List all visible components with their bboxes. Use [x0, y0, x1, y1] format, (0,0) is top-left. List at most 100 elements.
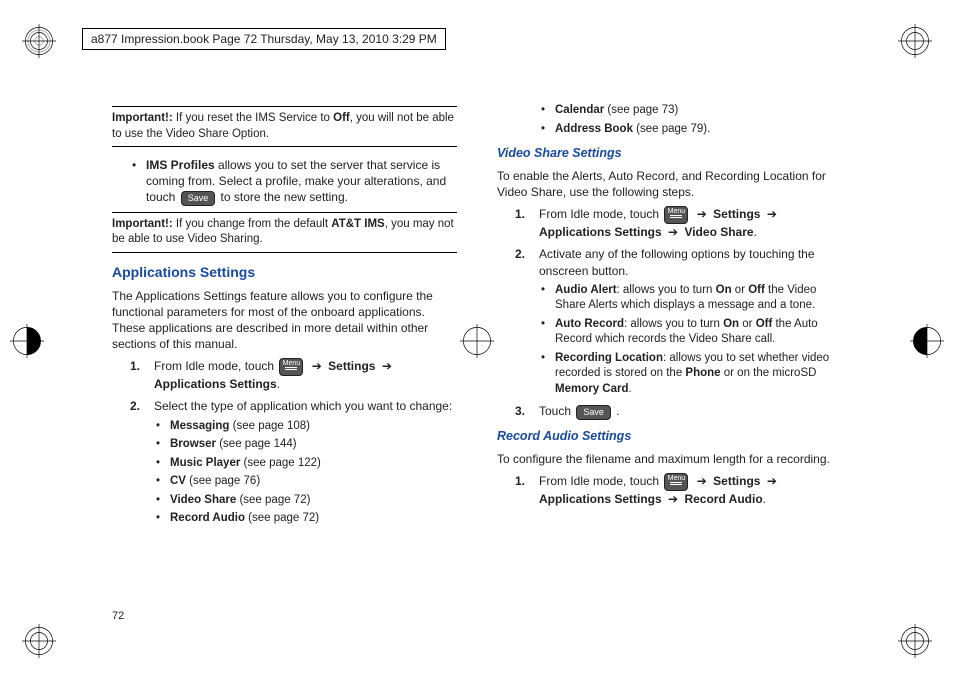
- important-label: Important!:: [112, 112, 173, 124]
- item-text: (see page 79).: [633, 123, 710, 135]
- list-item: •Recording Location: allows you to set w…: [541, 351, 842, 398]
- menu-button-icon: Menu: [664, 473, 688, 491]
- save-button-icon: Save: [576, 405, 611, 420]
- list-item: •Audio Alert: allows you to turn On or O…: [541, 283, 842, 314]
- step-2: 2. Select the type of application which …: [130, 398, 457, 414]
- step-text: Touch: [539, 404, 574, 418]
- record-audio-text: Record Audio: [684, 492, 762, 506]
- vs-step-1: 1. From Idle mode, touch Menu ➔ Settings…: [515, 206, 842, 240]
- item-text: Phone: [685, 367, 720, 379]
- list-item: •Auto Record: allows you to turn On or O…: [541, 317, 842, 348]
- step-number: 2.: [515, 246, 539, 278]
- item-text: or: [739, 318, 756, 330]
- content-area: Important!: If you reset the IMS Service…: [112, 100, 842, 530]
- page-number: 72: [112, 610, 124, 622]
- step-text: Select the type of application which you…: [154, 398, 457, 414]
- bullet-icon: •: [541, 103, 555, 119]
- arrow-icon: ➔: [668, 492, 678, 506]
- item-text: (see page 76): [186, 475, 260, 487]
- arrow-icon: ➔: [312, 359, 322, 373]
- item-label: Address Book: [555, 123, 633, 135]
- settings-text: Settings: [328, 359, 375, 373]
- step-number: 1.: [515, 473, 539, 507]
- item-label: CV: [170, 475, 186, 487]
- bullet-icon: •: [156, 419, 170, 435]
- item-label: Calendar: [555, 104, 604, 116]
- ims-profiles-label: IMS Profiles: [146, 158, 215, 172]
- step-text: .: [613, 404, 620, 418]
- list-item: •Calendar (see page 73): [541, 103, 842, 119]
- step-number: 1.: [515, 206, 539, 240]
- item-text: or: [732, 284, 749, 296]
- left-column: Important!: If you reset the IMS Service…: [112, 100, 457, 530]
- item-text: : allows you to turn: [617, 284, 716, 296]
- video-share-heading: Video Share Settings: [497, 145, 842, 162]
- menu-button-icon: Menu: [279, 358, 303, 376]
- item-text: Off: [748, 284, 765, 296]
- paragraph: To configure the filename and maximum le…: [497, 451, 842, 467]
- list-item: •Music Player (see page 122): [156, 456, 457, 472]
- bullet-icon: •: [156, 474, 170, 490]
- important-text: If you reset the IMS Service to: [176, 112, 333, 124]
- important-label: Important!:: [112, 218, 173, 230]
- crop-mark-icon: [898, 624, 932, 658]
- item-text: On: [723, 318, 739, 330]
- list-item: •Address Book (see page 79).: [541, 122, 842, 138]
- item-label: Auto Record: [555, 318, 624, 330]
- important-text: If you change from the default: [176, 218, 331, 230]
- step-text: Activate any of the following options by…: [539, 246, 842, 278]
- bullet-icon: •: [541, 351, 555, 398]
- menu-button-icon: Menu: [664, 206, 688, 224]
- right-column: •Calendar (see page 73)•Address Book (se…: [497, 100, 842, 530]
- arrow-icon: ➔: [697, 474, 707, 488]
- step-number: 2.: [130, 398, 154, 414]
- arrow-icon: ➔: [668, 225, 678, 239]
- ims-profiles-text: to store the new setting.: [217, 190, 348, 204]
- item-text: : allows you to turn: [624, 318, 723, 330]
- record-audio-heading: Record Audio Settings: [497, 428, 842, 445]
- crop-mark-icon: [910, 324, 944, 358]
- item-text: Off: [756, 318, 773, 330]
- settings-text: Settings: [713, 207, 760, 221]
- step-text: From Idle mode, touch: [539, 474, 662, 488]
- item-label: Music Player: [170, 457, 240, 469]
- item-text: On: [716, 284, 732, 296]
- crop-mark-icon: [22, 24, 56, 58]
- item-text: or on the microSD: [721, 367, 817, 379]
- arrow-icon: ➔: [767, 207, 777, 221]
- item-text: (see page 72): [236, 494, 310, 506]
- video-share-text: Video Share: [684, 225, 753, 239]
- item-text: .: [629, 383, 632, 395]
- list-item: •Messaging (see page 108): [156, 419, 457, 435]
- item-label: Audio Alert: [555, 284, 617, 296]
- bullet-icon: •: [541, 122, 555, 138]
- bullet-icon: •: [541, 317, 555, 348]
- item-text: (see page 72): [245, 512, 319, 524]
- item-label: Browser: [170, 438, 216, 450]
- item-label: Record Audio: [170, 512, 245, 524]
- arrow-icon: ➔: [767, 474, 777, 488]
- vs-step-2: 2. Activate any of the following options…: [515, 246, 842, 278]
- item-text: (see page 108): [229, 420, 310, 432]
- item-text: Memory Card: [555, 383, 629, 395]
- arrow-icon: ➔: [382, 359, 392, 373]
- step-text: From Idle mode, touch: [154, 359, 277, 373]
- bullet-icon: •: [156, 511, 170, 527]
- ims-profiles-bullet: • IMS Profiles allows you to set the ser…: [132, 157, 457, 206]
- crop-mark-icon: [22, 624, 56, 658]
- off-text: Off: [333, 112, 350, 124]
- item-label: Video Share: [170, 494, 236, 506]
- item-label: Messaging: [170, 420, 229, 432]
- paragraph: The Applications Settings feature allows…: [112, 288, 457, 353]
- important-note: Important!: If you change from the defau…: [112, 212, 457, 253]
- step-text: From Idle mode, touch: [539, 207, 662, 221]
- item-text: (see page 122): [240, 457, 321, 469]
- crop-mark-icon: [898, 24, 932, 58]
- crop-mark-icon: [10, 324, 44, 358]
- vs-step-3: 3. Touch Save .: [515, 403, 842, 419]
- item-label: Recording Location: [555, 352, 663, 364]
- bullet-icon: •: [541, 283, 555, 314]
- app-settings-text: Applications Settings: [154, 377, 277, 391]
- item-text: (see page 73): [604, 104, 678, 116]
- important-note: Important!: If you reset the IMS Service…: [112, 106, 457, 147]
